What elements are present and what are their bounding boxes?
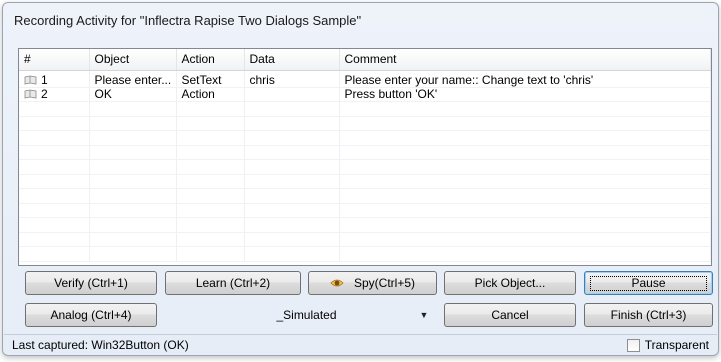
recording-activity-dialog: Recording Activity for "Inflectra Rapise… — [2, 2, 719, 356]
checkbox-box[interactable] — [626, 338, 640, 352]
table-row-empty — [19, 203, 711, 218]
table-row-empty — [19, 246, 711, 262]
learn-button[interactable]: Learn (Ctrl+2) — [165, 271, 301, 295]
analog-button[interactable]: Analog (Ctrl+4) — [25, 303, 157, 327]
column-header-action[interactable]: Action — [176, 49, 245, 71]
step-icon — [24, 75, 37, 84]
recording-mode-select[interactable]: _Simulated ▼ — [169, 303, 434, 327]
step-comment-cell: Please enter your name:: Change text to … — [339, 70, 711, 88]
column-header-number[interactable]: # — [19, 49, 90, 71]
table-row-empty — [19, 232, 711, 247]
table-row-empty — [19, 116, 711, 131]
table-row-empty — [19, 130, 711, 146]
cancel-button[interactable]: Cancel — [444, 303, 576, 327]
table-row[interactable]: 1 Please enter... SetText chris Please e… — [19, 70, 711, 88]
spy-button-label: Spy(Ctrl+5) — [353, 276, 415, 290]
step-comment-cell: Press button 'OK' — [339, 87, 711, 102]
status-bar: Last captured: Win32Button (OK) Transpar… — [4, 334, 717, 355]
step-action-cell: Action — [176, 87, 245, 102]
table-row-empty — [19, 159, 711, 175]
step-object-cell: OK — [89, 87, 177, 102]
pick-object-button[interactable]: Pick Object... — [444, 271, 576, 295]
recording-mode-value: _Simulated — [276, 308, 337, 322]
step-number-cell: 1 — [19, 70, 90, 88]
step-icon — [24, 89, 37, 99]
step-data-cell: chris — [244, 70, 340, 88]
step-object-cell: Please enter... — [89, 70, 177, 88]
table-row-empty — [19, 174, 711, 189]
table-row-empty — [19, 217, 711, 233]
step-action-cell: SetText — [176, 70, 245, 88]
table-row-empty — [19, 145, 711, 160]
spy-button[interactable]: Spy(Ctrl+5) — [308, 271, 437, 295]
transparent-label: Transparent — [644, 338, 709, 352]
eye-icon — [330, 279, 344, 287]
step-number: 2 — [41, 87, 48, 101]
step-data-cell — [244, 87, 340, 102]
pause-button[interactable]: Pause — [584, 271, 713, 295]
dialog-title: Recording Activity for "Inflectra Rapise… — [14, 13, 362, 28]
recorded-steps-grid[interactable]: # Object Action Data Comment 1 Please en… — [18, 48, 712, 266]
column-header-data[interactable]: Data — [244, 49, 340, 71]
verify-button[interactable]: Verify (Ctrl+1) — [25, 271, 157, 295]
grid-header-row: # Object Action Data Comment — [19, 49, 711, 71]
step-number-cell: 2 — [19, 87, 90, 102]
last-captured-text: Last captured: Win32Button (OK) — [12, 338, 189, 352]
pause-button-label: Pause — [590, 275, 707, 291]
step-number: 1 — [41, 72, 48, 87]
table-row[interactable]: 2 OK Action Press button 'OK' — [19, 87, 711, 102]
finish-button[interactable]: Finish (Ctrl+3) — [584, 303, 713, 327]
chevron-down-icon[interactable]: ▼ — [414, 310, 434, 320]
column-header-comment[interactable]: Comment — [339, 49, 711, 71]
table-row-empty — [19, 188, 711, 204]
table-row-empty — [19, 101, 711, 117]
transparent-checkbox[interactable]: Transparent — [626, 338, 709, 352]
column-header-object[interactable]: Object — [89, 49, 177, 71]
